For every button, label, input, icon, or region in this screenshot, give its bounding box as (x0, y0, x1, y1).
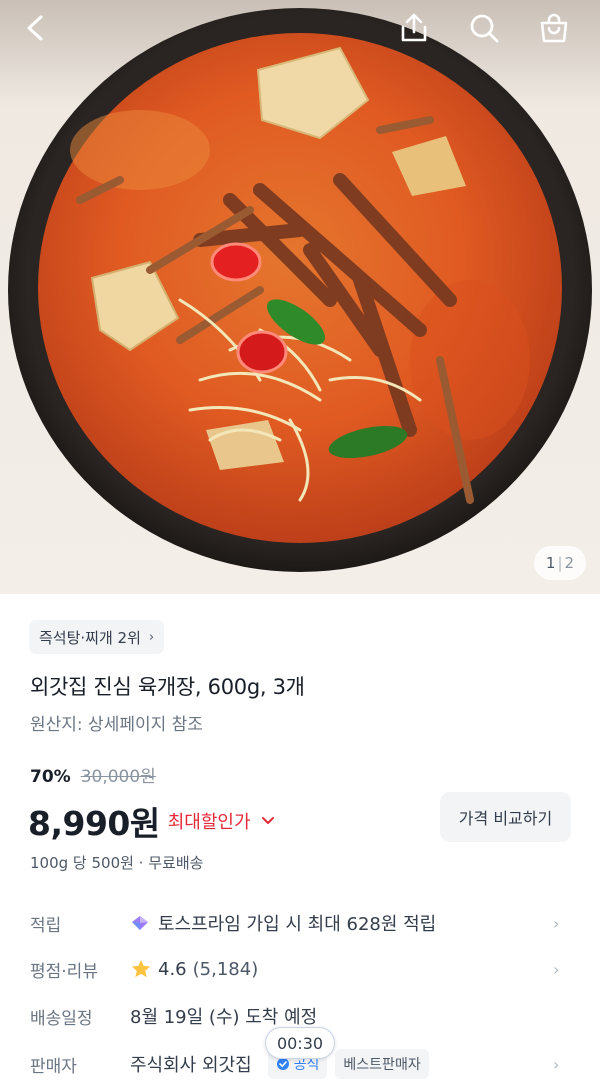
shopping-bag-icon (540, 13, 568, 43)
points-row[interactable]: 적립 토스프라임 가입 시 최대 628원 적립 › (0, 900, 600, 946)
rank-chip-label: 즉석탕·찌개 2위 (39, 628, 141, 647)
check-shield-icon (276, 1058, 289, 1070)
search-button[interactable] (462, 6, 506, 50)
chevron-right-icon: › (553, 1054, 560, 1074)
rating-review-row[interactable]: 평점·리뷰 4.6 (5,184) › (0, 946, 600, 992)
product-title: 외갓집 진심 육개장, 600g, 3개 (30, 675, 305, 699)
unit-price-shipping: 100g 당 500원 · 무료배송 (30, 854, 204, 872)
product-origin: 원산지: 상세페이지 참조 (30, 715, 203, 735)
category-rank-chip[interactable]: 즉석탕·찌개 2위 › (29, 620, 165, 654)
seller-name: 주식회사 외갓집 (130, 1055, 252, 1076)
review-count: (5,184) (192, 958, 259, 980)
chevron-right-icon: › (553, 913, 560, 933)
rating-score: 4.6 (158, 958, 187, 980)
delivery-value: 8월 19일 (수) 도착 예정 (130, 1007, 318, 1028)
back-arrow-icon (27, 15, 43, 41)
yukgaejang-photo (8, 8, 592, 572)
points-text: 토스프라임 가입 시 최대 628원 적립 (158, 914, 437, 935)
product-image[interactable]: 1 | 2 (0, 0, 600, 594)
product-info: 즉석탕·찌개 2위 › 외갓집 진심 육개장, 600g, 3개 원산지: 상세… (0, 594, 600, 1090)
pager-separator: | (557, 554, 563, 572)
chevron-right-icon: › (148, 629, 155, 645)
rating-value: 4.6 (5,184) (130, 958, 258, 980)
best-price-label: 최대할인가 (167, 812, 251, 833)
search-icon (470, 14, 499, 43)
price-row: 8,990원 최대할인가 (28, 797, 275, 845)
star-icon (131, 959, 151, 978)
best-price-dropdown[interactable]: 최대할인가 (168, 808, 275, 834)
pager-total: 2 (564, 554, 575, 572)
top-navigation (0, 0, 600, 56)
delivery-label: 배송일정 (30, 1008, 93, 1029)
compare-price-button[interactable]: 가격 비교하기 (440, 792, 571, 842)
share-icon (401, 13, 427, 42)
sale-price: 8,990원 (28, 804, 160, 843)
rating-label: 평점·리뷰 (30, 961, 98, 982)
gem-icon (132, 916, 148, 930)
discount-rate: 70% (30, 767, 71, 787)
pager-current: 1 (545, 554, 556, 572)
chevron-right-icon: › (553, 959, 560, 979)
points-value: 토스프라임 가입 시 최대 628원 적립 (130, 910, 436, 936)
chevron-down-icon (261, 817, 274, 824)
cart-button[interactable] (532, 6, 576, 50)
timer-overlay[interactable]: 00:30 (265, 1027, 335, 1059)
image-pager: 1 | 2 (534, 546, 586, 580)
original-price: 30,000원 (80, 767, 156, 787)
discount-row: 70% 30,000원 (30, 762, 156, 787)
best-seller-badge: 베스트판매자 (335, 1049, 429, 1079)
share-button[interactable] (392, 6, 436, 50)
points-label: 적립 (30, 915, 62, 936)
seller-label: 판매자 (30, 1056, 77, 1077)
back-button[interactable] (14, 6, 58, 50)
